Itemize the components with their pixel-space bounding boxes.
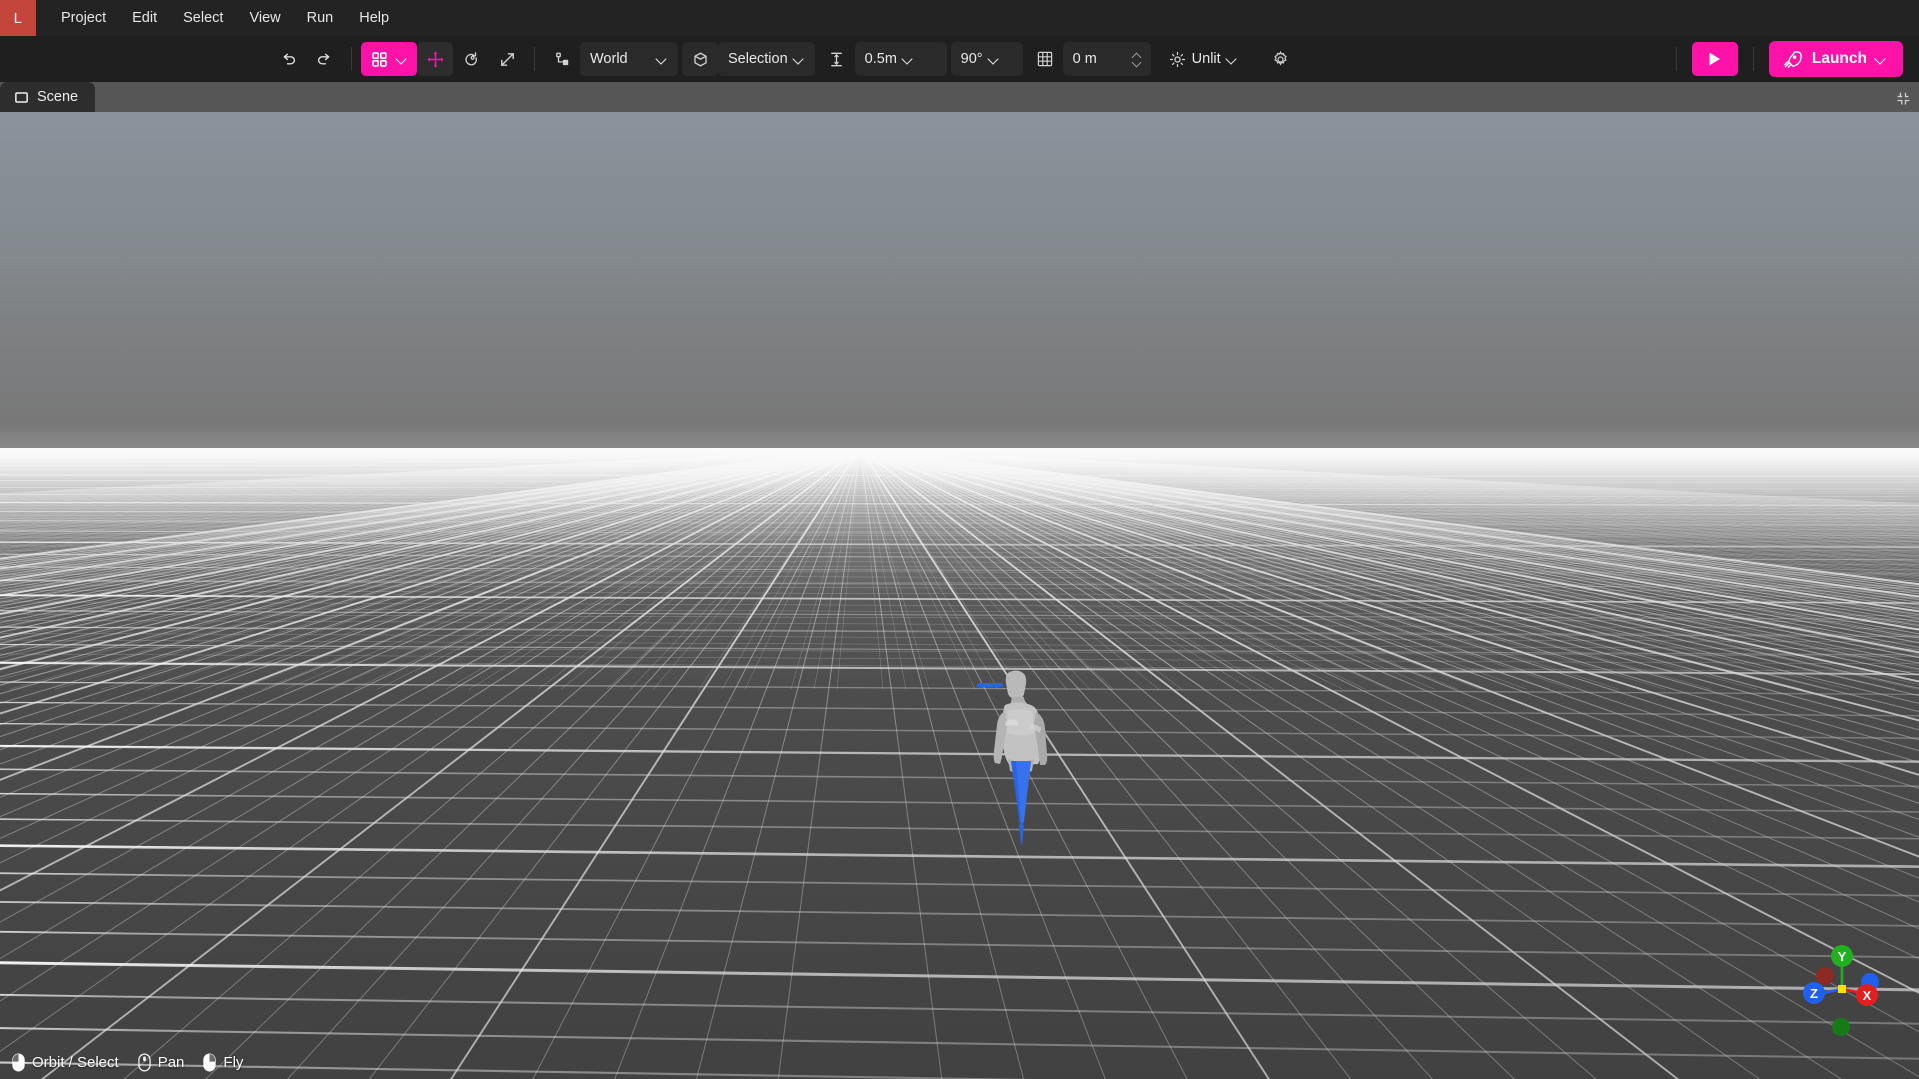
- scene-viewport[interactable]: Y X Z Orbit / Select Pan Fly: [0, 112, 1919, 1079]
- move-arrows-icon: [426, 50, 445, 69]
- view-mode-chevron-down-icon[interactable]: [1227, 54, 1238, 65]
- play-icon: [1707, 51, 1722, 67]
- grid-snap-dropdown[interactable]: 0.5m: [854, 42, 947, 76]
- stepper-down-icon[interactable]: [1132, 60, 1141, 66]
- view-mode-value: Unlit: [1191, 51, 1221, 67]
- angle-snap-dropdown[interactable]: 90°: [950, 42, 1023, 76]
- menu-item-select[interactable]: Select: [170, 0, 236, 36]
- scale-tool-button[interactable]: [489, 42, 525, 76]
- toolbar-divider-3: [1675, 47, 1677, 71]
- pivot-mode-chevron-down-icon[interactable]: [794, 54, 805, 65]
- maximize-panel-button[interactable]: [1896, 91, 1911, 106]
- toolbar-divider-2: [534, 47, 535, 71]
- scene-screen-icon: [14, 90, 29, 105]
- gear-icon: [1271, 50, 1290, 69]
- gizmo-axis-y-label: Y: [1838, 949, 1847, 964]
- menu-item-project[interactable]: Project: [48, 0, 119, 36]
- pivot-mode-icon-button[interactable]: [682, 42, 718, 76]
- viewport-settings-button[interactable]: [1263, 42, 1299, 76]
- redo-icon: [315, 50, 334, 69]
- rotate-tool-button[interactable]: [453, 42, 489, 76]
- gizmo-axis-z-label: Z: [1810, 986, 1818, 1001]
- pivot-cube-icon: [691, 50, 710, 69]
- redo-button[interactable]: [306, 42, 342, 76]
- grid-snap-value: 0.5m: [864, 51, 897, 67]
- vertical-snap-icon: [827, 50, 846, 69]
- height-snap-stepper[interactable]: [1132, 53, 1141, 66]
- select-tool-button[interactable]: [361, 42, 417, 76]
- undo-button[interactable]: [270, 42, 306, 76]
- launch-chevron-down-icon[interactable]: [1876, 54, 1887, 65]
- gizmo-axis-x-label: X: [1863, 988, 1872, 1003]
- grid-snap-chevron-down-icon[interactable]: [903, 54, 914, 65]
- rocket-icon: [1782, 49, 1803, 70]
- grid-snap-toggle[interactable]: [819, 42, 855, 76]
- toolbar-divider-1: [351, 47, 352, 71]
- menu-bar: L Project Edit Select View Run Help: [0, 0, 1919, 36]
- app-logo-letter: L: [13, 9, 23, 27]
- height-snap-toggle[interactable]: [1027, 42, 1063, 76]
- gizmo-neg-y-ball: [1832, 1018, 1850, 1036]
- toolbar-divider-4: [1752, 47, 1754, 71]
- lighting-sun-icon: [1169, 51, 1186, 68]
- launch-button[interactable]: Launch: [1768, 41, 1903, 77]
- scale-diagonal-icon: [498, 50, 517, 69]
- play-button[interactable]: [1691, 42, 1738, 76]
- menu-item-help[interactable]: Help: [346, 0, 402, 36]
- transform-space-chevron-down-icon[interactable]: [657, 54, 668, 65]
- tab-scene[interactable]: Scene: [0, 82, 96, 112]
- height-snap-value: 0 m: [1072, 51, 1097, 67]
- pivot-mode-value: Selection: [728, 51, 788, 67]
- expand-arrows-icon: [1896, 91, 1911, 106]
- angle-snap-value: 90°: [960, 51, 983, 67]
- app-logo[interactable]: L: [0, 0, 36, 36]
- transform-space-value: World: [590, 51, 628, 67]
- axis-orientation-gizmo[interactable]: Y X Z: [1781, 939, 1891, 1043]
- blue-marker-stick: [977, 683, 1003, 687]
- menu-item-view[interactable]: View: [236, 0, 293, 36]
- tab-strip: Scene: [0, 82, 1919, 112]
- gizmo-center: [1838, 985, 1846, 993]
- height-snap-input[interactable]: 0 m: [1062, 42, 1151, 76]
- menu-item-edit[interactable]: Edit: [119, 0, 170, 36]
- gizmo-neg-x-ball: [1816, 967, 1834, 985]
- undo-icon: [279, 50, 298, 69]
- character-mannequin[interactable]: [975, 667, 1085, 857]
- angle-snap-chevron-down-icon[interactable]: [989, 54, 1000, 65]
- select-tool-chevron-down-icon[interactable]: [397, 54, 408, 65]
- transform-space-icon-button[interactable]: [544, 42, 580, 76]
- local-world-axis-icon: [553, 50, 572, 69]
- ground-grid: [0, 448, 1919, 1079]
- transform-space-dropdown[interactable]: World: [580, 42, 678, 76]
- menu-item-run[interactable]: Run: [294, 0, 347, 36]
- grid-icon: [1036, 50, 1054, 68]
- ground-grid-svg: [0, 448, 1919, 1079]
- move-tool-button[interactable]: [417, 42, 453, 76]
- pivot-mode-dropdown[interactable]: Selection: [718, 42, 815, 76]
- editor-window: L Project Edit Select View Run Help Worl…: [0, 0, 1919, 1079]
- blue-direction-gizmo: [1011, 761, 1031, 845]
- launch-button-label: Launch: [1811, 50, 1867, 67]
- view-mode-dropdown[interactable]: Unlit: [1159, 42, 1263, 76]
- sky-gradient: [0, 112, 1919, 452]
- grid-select-icon: [371, 51, 388, 68]
- toolbar-right-group: Launch: [1667, 41, 1911, 77]
- tab-scene-label: Scene: [37, 89, 79, 105]
- main-toolbar: World Selection 0.5m 90° 0 m Unlit Launc…: [0, 36, 1919, 82]
- menu-items: Project Edit Select View Run Help: [36, 0, 402, 36]
- rotate-icon: [462, 50, 481, 69]
